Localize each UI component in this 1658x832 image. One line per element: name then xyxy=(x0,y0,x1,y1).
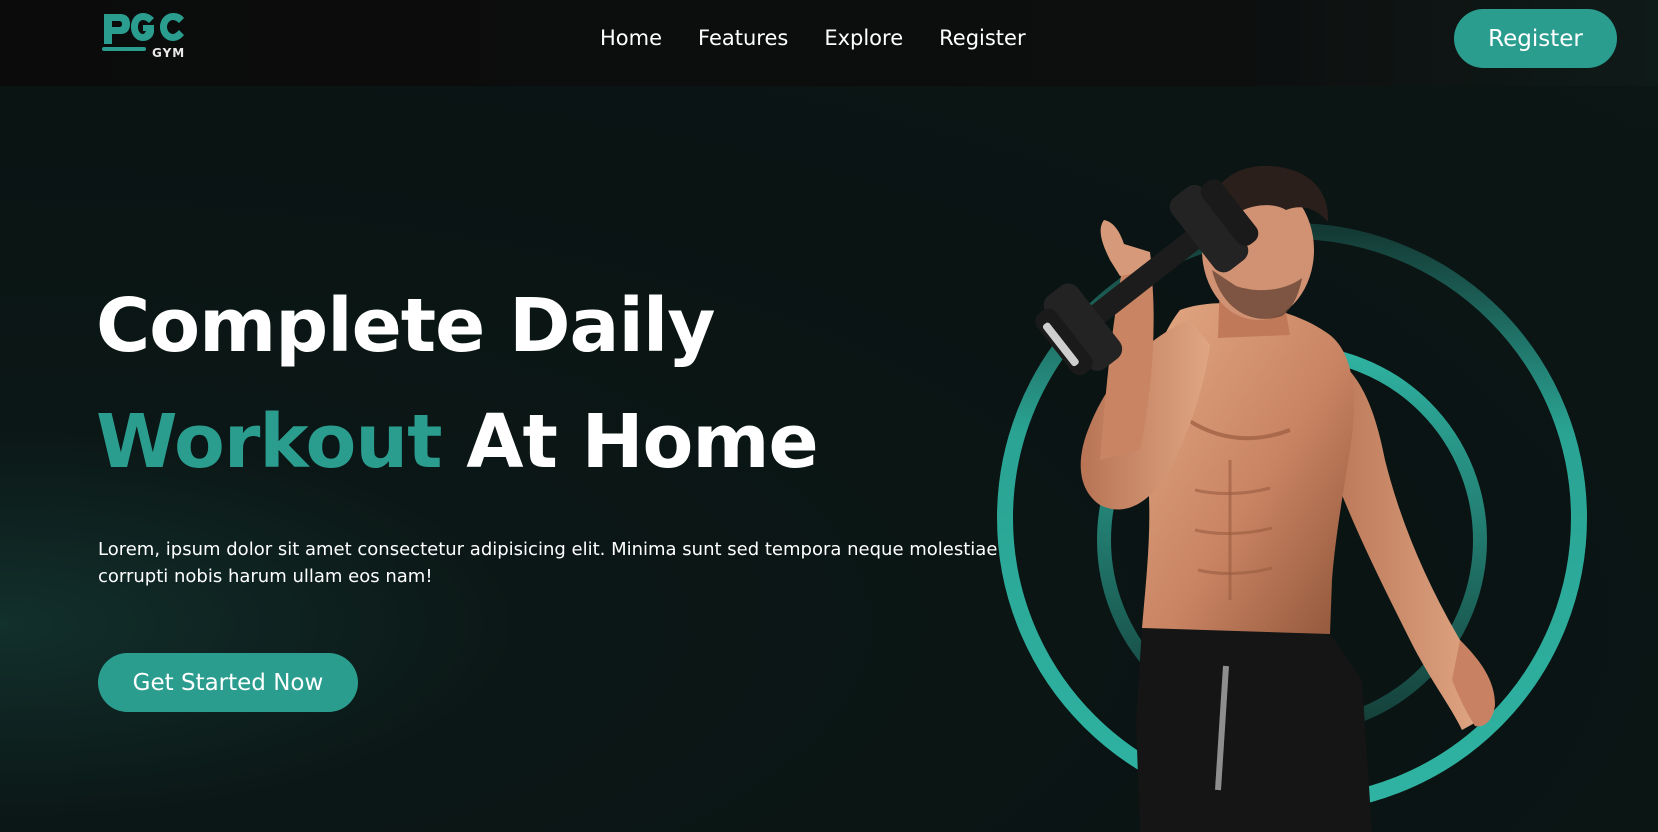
hero-title-line2: Workout At Home xyxy=(96,384,819,500)
logo[interactable]: GYM xyxy=(100,10,200,62)
nav-link-register[interactable]: Register xyxy=(939,22,1025,54)
hero-title-line1: Complete Daily xyxy=(96,283,715,369)
hero-description: Lorem, ipsum dolor sit amet consectetur … xyxy=(98,539,998,587)
main-nav: Home Features Explore Register xyxy=(600,22,1062,54)
nav-link-home[interactable]: Home xyxy=(600,22,662,54)
register-button[interactable]: Register xyxy=(1454,9,1617,68)
nav-link-features[interactable]: Features xyxy=(698,22,788,54)
shorts xyxy=(1136,628,1372,832)
hero-title: Complete Daily Workout At Home xyxy=(96,268,819,500)
navbar: GYM Home Features Explore Register Regis… xyxy=(0,0,1658,86)
hero-title-accent: Workout xyxy=(96,399,442,485)
hero-title-rest: At Home xyxy=(441,399,819,485)
landing-page: GYM Home Features Explore Register Regis… xyxy=(0,0,1658,832)
logo-subtitle: GYM xyxy=(152,46,186,60)
hero-fitness-illustration xyxy=(997,165,1587,832)
nav-link-explore[interactable]: Explore xyxy=(824,22,903,54)
get-started-button[interactable]: Get Started Now xyxy=(98,653,358,712)
